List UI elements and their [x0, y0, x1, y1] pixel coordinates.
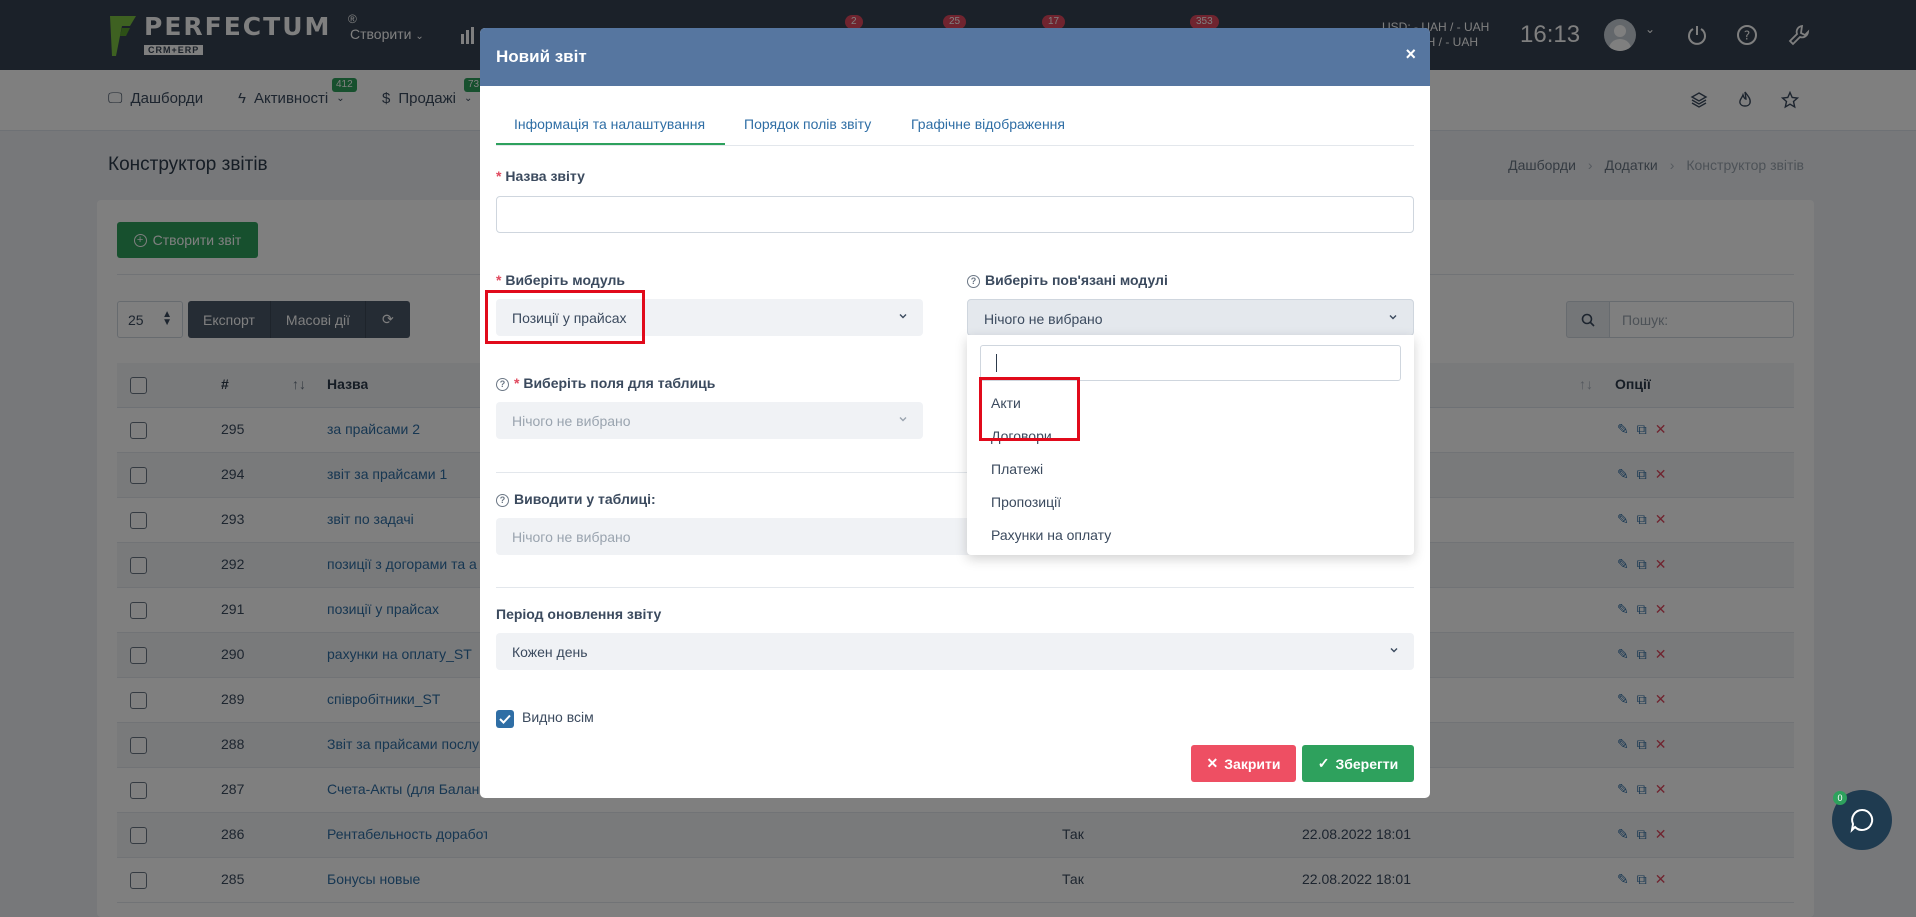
period-select[interactable]: Кожен день [496, 633, 1414, 670]
table-fields-select[interactable]: Нічого не вибрано [496, 402, 923, 439]
dropdown-search-input[interactable] [980, 345, 1401, 381]
divider [496, 587, 1414, 588]
tab-info-settings[interactable]: Інформація та налаштування [514, 116, 705, 132]
question-icon: ? [967, 275, 980, 288]
new-report-modal: Новий звіт × Інформація та налаштування … [480, 28, 1430, 798]
chevron-down-icon [899, 314, 907, 319]
chat-bubble-icon [1850, 808, 1874, 833]
close-icon: ✕ [1206, 755, 1219, 771]
required-marker: * [496, 272, 506, 288]
related-modules-value: Нічого не вибрано [984, 311, 1103, 327]
modal-title: Новий звіт [496, 47, 587, 66]
modal-tabs: Інформація та налаштування Порядок полів… [496, 86, 1414, 146]
chevron-down-icon [899, 417, 907, 422]
dropdown-option-proposals[interactable]: Пропозиції [991, 494, 1061, 510]
tab-graphic-display[interactable]: Графічне відображення [911, 116, 1065, 132]
report-name-input[interactable] [496, 196, 1414, 233]
chevron-down-icon [1390, 648, 1398, 653]
text-cursor [996, 354, 997, 372]
close-button[interactable]: ✕ Закрити [1191, 745, 1296, 782]
output-value: Нічого не вибрано [512, 529, 631, 545]
visible-to-all-label: Видно всім [522, 709, 594, 725]
highlight-box [979, 377, 1080, 441]
module-label: * Виберіть модуль [496, 272, 625, 288]
check-icon [499, 714, 511, 724]
tab-field-order[interactable]: Порядок полів звіту [744, 116, 871, 132]
period-value: Кожен день [512, 644, 588, 660]
required-marker: * [496, 168, 506, 184]
output-label: ? Виводити у таблиці: [496, 491, 656, 507]
report-name-label: * Назва звіту [496, 168, 585, 184]
related-modules-label-text: Виберіть пов'язані модулі [985, 272, 1168, 288]
report-name-label-text: Назва звіту [505, 168, 585, 184]
visible-to-all-checkbox[interactable] [496, 710, 514, 728]
check-icon: ✓ [1317, 755, 1330, 771]
module-label-text: Виберіть модуль [505, 272, 625, 288]
save-button[interactable]: ✓ Зберегти [1302, 745, 1414, 782]
close-button-label: Закрити [1224, 755, 1281, 772]
dropdown-option-payments[interactable]: Платежі [991, 461, 1043, 477]
output-label-text: Виводити у таблиці: [514, 491, 656, 507]
dropdown-option-invoices[interactable]: Рахунки на оплату [991, 527, 1111, 543]
question-icon: ? [496, 494, 509, 507]
related-modules-select[interactable]: Нічого не вибрано [967, 299, 1414, 336]
question-icon: ? [496, 378, 509, 391]
table-fields-value: Нічого не вибрано [512, 413, 631, 429]
related-modules-dropdown: Акти Договори Платежі Пропозиції Рахунки… [967, 335, 1414, 555]
table-fields-label-text: Виберіть поля для таблиць [523, 375, 716, 391]
save-button-label: Зберегти [1335, 755, 1399, 772]
modal-header: Новий звіт × [480, 28, 1430, 86]
chat-badge: 0 [1833, 791, 1847, 805]
related-modules-label: ? Виберіть пов'язані модулі [967, 272, 1168, 288]
period-label: Період оновлення звіту [496, 606, 662, 622]
highlight-box [485, 290, 645, 344]
chevron-down-icon [1389, 315, 1397, 320]
table-fields-label: ? * Виберіть поля для таблиць [496, 375, 715, 391]
required-marker: * [514, 375, 524, 391]
active-tab-indicator [496, 143, 725, 145]
close-icon[interactable]: × [1405, 44, 1416, 65]
